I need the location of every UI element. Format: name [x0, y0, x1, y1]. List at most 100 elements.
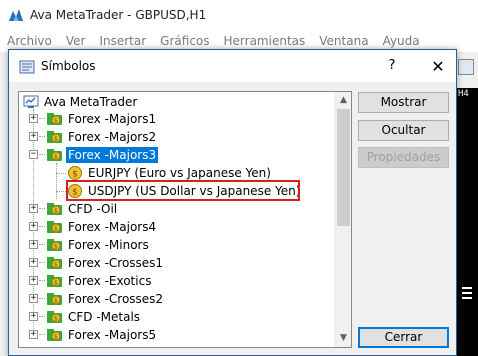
tree-group[interactable]: $ Forex -Majors4 — [46, 218, 158, 236]
toolbar-button[interactable] — [458, 59, 474, 75]
expand-toggle[interactable]: + — [29, 294, 38, 303]
hide-button[interactable]: Ocultar — [358, 120, 449, 141]
tree-group[interactable]: $ Forex -Minors — [46, 236, 151, 254]
menu-ver[interactable]: Ver — [59, 31, 93, 51]
tree-group-label: Forex -Minors — [68, 238, 149, 252]
svg-text:$: $ — [54, 225, 58, 233]
tree-scrollbar[interactable]: ▲ ▼ — [334, 92, 351, 347]
tree-connector — [39, 208, 45, 209]
menu-insertar[interactable]: Insertar — [92, 31, 153, 51]
menu-archivo[interactable]: Archivo — [0, 31, 59, 51]
tree-group-selected[interactable]: $ Forex -Majors3 — [46, 146, 159, 164]
folder-dollar-icon: $ — [47, 131, 62, 143]
expand-toggle[interactable]: + — [29, 204, 38, 213]
menu-graficos[interactable]: Gráficos — [153, 31, 216, 51]
tree-group-label: Forex -Crosses1 — [68, 256, 164, 270]
tree-connector — [39, 298, 45, 299]
svg-text:$: $ — [54, 297, 58, 305]
app-title: Ava MetaTrader - GBPUSD,H1 — [30, 8, 207, 22]
highlight-annotation — [66, 180, 300, 201]
folder-dollar-icon: $ — [47, 293, 62, 305]
dialog-titlebar[interactable]: Símbolos ? ✕ — [9, 50, 456, 82]
svg-text:$: $ — [72, 170, 78, 180]
svg-text:$: $ — [54, 135, 58, 143]
close-button[interactable]: Cerrar — [358, 327, 449, 348]
tree-group-label: Forex -Majors1 — [68, 112, 157, 126]
coin-dollar-icon: $ — [68, 166, 82, 180]
svg-text:$: $ — [54, 279, 58, 287]
collapse-toggle[interactable]: − — [29, 150, 38, 159]
svg-text:$: $ — [54, 315, 58, 323]
folder-dollar-icon: $ — [47, 275, 62, 287]
close-icon[interactable]: ✕ — [421, 54, 455, 80]
tree-group-label: Forex -Majors3 — [66, 147, 159, 163]
help-button[interactable]: ? — [385, 57, 399, 75]
menu-herramientas[interactable]: Herramientas — [217, 31, 313, 51]
tree-connector — [39, 244, 45, 245]
tree-connector — [39, 334, 45, 335]
show-button[interactable]: Mostrar — [358, 92, 449, 113]
tree-group-label: CFD -Oil — [68, 202, 118, 216]
svg-text:$: $ — [54, 243, 58, 251]
tree-group-label: Forex -Majors5 — [68, 328, 157, 342]
tree-connector — [39, 154, 45, 155]
tree-group-label: Forex -Majors2 — [68, 130, 157, 144]
app-titlebar: Ava MetaTrader - GBPUSD,H1 — [0, 0, 478, 30]
expand-toggle[interactable]: + — [29, 222, 38, 231]
folder-dollar-icon: $ — [47, 239, 62, 251]
symbols-tree[interactable]: Ava MetaTrader + $ Forex -Majors1 + $ Fo… — [18, 91, 352, 348]
tree-group-label: CFD -Metals — [68, 310, 141, 324]
tree-connector — [39, 226, 45, 227]
menu-ventana[interactable]: Ventana — [312, 31, 375, 51]
symbols-icon — [19, 60, 35, 74]
svg-text:$: $ — [54, 153, 58, 161]
dialog-title: Símbolos — [41, 59, 96, 73]
folder-dollar-icon: $ — [47, 329, 62, 341]
scroll-thumb[interactable] — [337, 109, 350, 226]
chart-timeframe-label: H4 — [458, 89, 469, 99]
chart-price-marker — [462, 287, 472, 289]
tree-connector — [39, 280, 45, 281]
tree-symbol-label: EURJPY (Euro vs Japanese Yen) — [88, 166, 271, 180]
svg-text:$: $ — [54, 207, 58, 215]
expand-toggle[interactable]: + — [29, 114, 38, 123]
expand-toggle[interactable]: + — [29, 330, 38, 339]
expand-toggle[interactable]: + — [29, 132, 38, 141]
svg-text:$: $ — [54, 333, 58, 341]
scroll-down-icon[interactable]: ▼ — [335, 330, 351, 347]
app-menubar: Archivo Ver Insertar Gráficos Herramient… — [0, 31, 478, 51]
tree-group[interactable]: $ Forex -Majors1 — [46, 110, 158, 128]
tree-group[interactable]: $ CFD -Metals — [46, 308, 142, 326]
scroll-up-icon[interactable]: ▲ — [335, 92, 351, 109]
tree-group[interactable]: $ Forex -Exotics — [46, 272, 153, 290]
menu-ayuda[interactable]: Ayuda — [376, 31, 427, 51]
svg-text:$: $ — [54, 261, 58, 269]
tree-group[interactable]: $ Forex -Crosses1 — [46, 254, 165, 272]
tree-group-label: Forex -Exotics — [68, 274, 152, 288]
tree-group[interactable]: $ Forex -Majors2 — [46, 128, 158, 146]
tree-group[interactable]: $ Forex -Crosses2 — [46, 290, 165, 308]
tree-group[interactable]: $ Forex -Majors5 — [46, 326, 158, 344]
terminal-icon — [23, 95, 39, 108]
chart-price-marker — [462, 297, 472, 299]
expand-toggle[interactable]: + — [29, 240, 38, 249]
tree-group[interactable]: $ CFD -Oil — [46, 200, 119, 218]
svg-text:$: $ — [54, 117, 58, 125]
properties-button[interactable]: Propiedades — [358, 147, 449, 168]
tree-connector — [39, 262, 45, 263]
folder-dollar-icon: $ — [47, 221, 62, 233]
folder-dollar-icon: $ — [47, 311, 62, 323]
folder-dollar-icon: $ — [47, 149, 62, 161]
tree-root-label: Ava MetaTrader — [44, 95, 138, 109]
tree-root[interactable]: Ava MetaTrader — [23, 93, 139, 111]
expand-toggle[interactable]: + — [29, 258, 38, 267]
expand-toggle[interactable]: + — [29, 276, 38, 285]
tree-connector — [39, 118, 45, 119]
folder-dollar-icon: $ — [47, 113, 62, 125]
tree-group-label: Forex -Majors4 — [68, 220, 157, 234]
expand-toggle[interactable]: + — [29, 312, 38, 321]
folder-dollar-icon: $ — [47, 203, 62, 215]
metatrader-logo-icon — [9, 9, 23, 21]
folder-dollar-icon: $ — [47, 257, 62, 269]
tree-connector — [39, 316, 45, 317]
